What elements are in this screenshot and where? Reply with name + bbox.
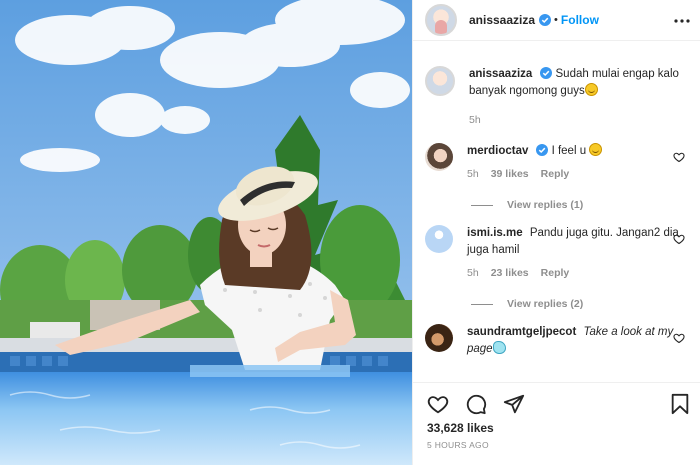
share-paper-plane-icon[interactable] bbox=[503, 393, 525, 415]
comment-time: 5h bbox=[467, 168, 479, 180]
like-comment-heart-icon[interactable] bbox=[673, 233, 685, 245]
comment-avatar[interactable] bbox=[425, 143, 453, 171]
post-likes-count[interactable]: 33,628 likes bbox=[427, 421, 494, 435]
view-replies-divider bbox=[471, 204, 493, 206]
smile-emoji-icon bbox=[589, 143, 603, 156]
comment-row: saundramtgeljpecot Take a look at my pag… bbox=[425, 324, 685, 358]
comment-row: ismi.is.me Pandu juga gitu. Jangan2 dia … bbox=[425, 225, 685, 282]
post-header: anissaaziza • Follow bbox=[413, 0, 700, 41]
caption-time: 5h bbox=[469, 114, 481, 126]
comment-meta: 5h 39 likes Reply bbox=[467, 166, 685, 183]
comment-row: merdioctav I feel u 5h 39 likes Reply bbox=[425, 143, 685, 183]
save-bookmark-button[interactable] bbox=[669, 393, 691, 415]
view-replies-label: View replies (1) bbox=[507, 199, 584, 211]
comment-likes-count[interactable]: 23 likes bbox=[491, 265, 529, 282]
comment-time: 5h bbox=[467, 267, 479, 279]
comments-list[interactable]: anissaaziza Sudah mulai engap kalo banya… bbox=[413, 52, 700, 381]
comment-body: ismi.is.me Pandu juga gitu. Jangan2 dia … bbox=[467, 225, 685, 282]
bubbles-emoji-icon bbox=[492, 341, 506, 354]
smile-emoji-icon bbox=[584, 83, 598, 96]
view-replies-label: View replies (2) bbox=[507, 298, 584, 310]
follow-button[interactable]: Follow bbox=[561, 13, 599, 27]
comment-avatar[interactable] bbox=[425, 324, 453, 352]
action-icons bbox=[427, 393, 525, 415]
comment-username[interactable]: ismi.is.me bbox=[467, 227, 523, 239]
caption-avatar[interactable] bbox=[425, 66, 455, 96]
author-username[interactable]: anissaaziza bbox=[469, 13, 535, 27]
comment-bubble-icon[interactable] bbox=[465, 393, 487, 415]
caption-meta: 5h bbox=[469, 112, 685, 129]
comment-likes-count[interactable]: 39 likes bbox=[491, 166, 529, 183]
header-separator: • bbox=[554, 14, 558, 26]
caption-verified-icon bbox=[540, 67, 553, 79]
comment-verified-icon bbox=[536, 144, 549, 156]
pool-photo-illustration bbox=[0, 0, 412, 465]
like-heart-icon[interactable] bbox=[427, 393, 449, 415]
bookmark-icon bbox=[671, 393, 689, 415]
caption-username[interactable]: anissaaziza bbox=[469, 68, 532, 80]
like-comment-heart-icon[interactable] bbox=[673, 332, 685, 344]
post-timestamp[interactable]: 5 HOURS AGO bbox=[427, 440, 489, 450]
post-actions: 33,628 likes 5 HOURS AGO bbox=[413, 382, 700, 465]
caption-row: anissaaziza Sudah mulai engap kalo banya… bbox=[425, 66, 685, 129]
author-avatar[interactable] bbox=[425, 4, 457, 36]
view-replies-divider bbox=[471, 303, 493, 305]
reply-button[interactable]: Reply bbox=[541, 166, 570, 183]
post-photo[interactable] bbox=[0, 0, 412, 465]
post-side-panel: anissaaziza • Follow anissaaziza Sudah m… bbox=[412, 0, 700, 465]
more-options-icon[interactable] bbox=[673, 12, 691, 30]
comment-text: I feel u bbox=[551, 145, 587, 157]
instagram-post: anissaaziza • Follow anissaaziza Sudah m… bbox=[0, 0, 700, 465]
comment-meta: 5h 23 likes Reply bbox=[467, 265, 685, 282]
reply-button[interactable]: Reply bbox=[541, 265, 570, 282]
comment-username[interactable]: merdioctav bbox=[467, 145, 528, 157]
comment-body: merdioctav I feel u 5h 39 likes Reply bbox=[467, 143, 685, 183]
like-comment-heart-icon[interactable] bbox=[673, 151, 685, 163]
verified-badge-icon bbox=[539, 14, 552, 26]
comment-body: saundramtgeljpecot Take a look at my pag… bbox=[467, 324, 685, 358]
comment-avatar[interactable] bbox=[425, 225, 453, 253]
caption-body: anissaaziza Sudah mulai engap kalo banya… bbox=[469, 66, 685, 129]
comment-username[interactable]: saundramtgeljpecot bbox=[467, 326, 576, 338]
view-replies-button[interactable]: View replies (2) bbox=[471, 298, 685, 310]
view-replies-button[interactable]: View replies (1) bbox=[471, 199, 685, 211]
